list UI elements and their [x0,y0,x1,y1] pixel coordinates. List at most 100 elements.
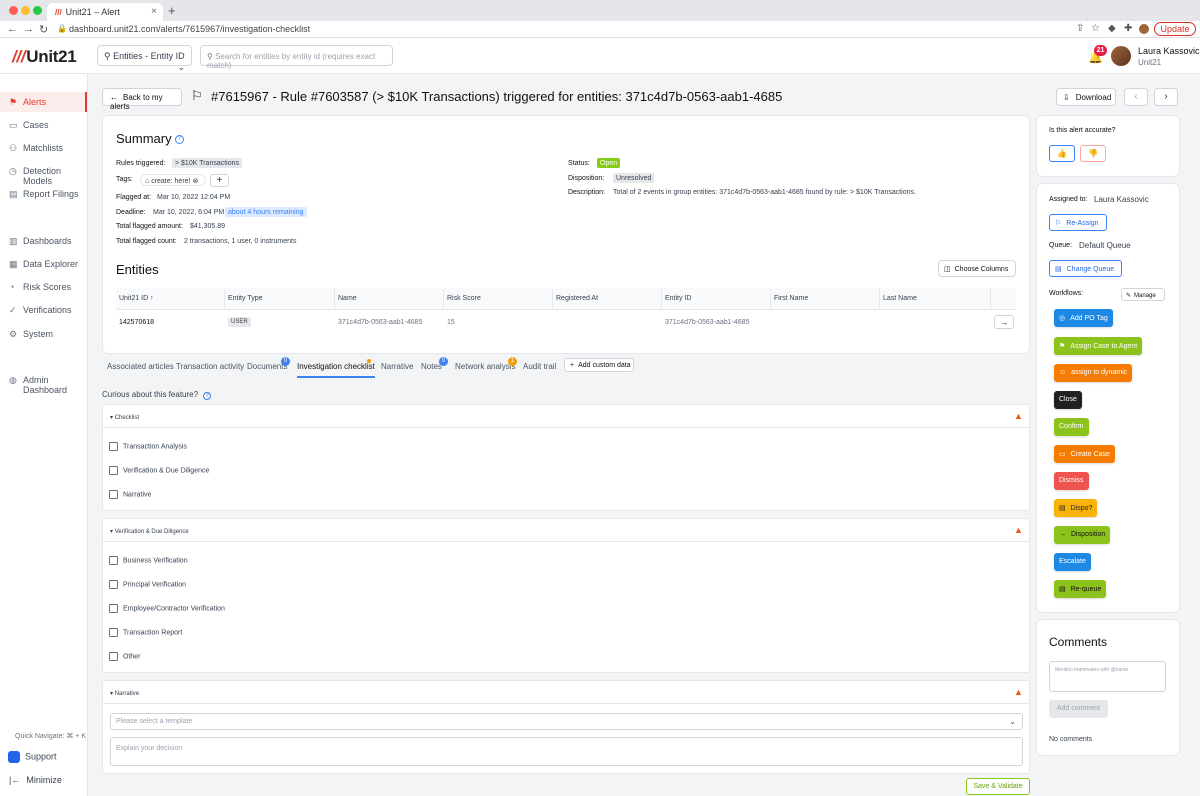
workflow-assign-case-button[interactable]: ⚑ Assign Case to Agent [1054,337,1143,355]
minimize-button[interactable]: |← Minimize [9,775,62,785]
sidebar-item-matchlists[interactable]: ⚇ Matchlists [0,138,87,158]
reassign-button[interactable]: ⚐ Re-Assign [1049,214,1107,231]
sidebar-item-data-explorer[interactable]: ▦ Data Explorer [0,254,87,274]
checkbox[interactable] [109,652,118,661]
close-window-icon[interactable] [9,6,18,15]
tab-audit-trail[interactable]: Audit trail [523,362,556,371]
checklist-section-toggle[interactable]: ▾ Checklist [110,414,139,421]
checklist-item[interactable]: Transaction Analysis [109,442,187,451]
template-select[interactable]: Please select a template ⌄ [110,713,1023,730]
col-entity-type[interactable]: Entity Type [228,295,263,302]
checklist-item[interactable]: Narrative [109,490,151,499]
back-arrow-icon[interactable]: ← [7,23,18,35]
rule-chip[interactable]: > $10K Transactions [172,158,243,168]
sidebar-item-alerts[interactable]: ⚑ Alerts [0,92,87,112]
minimize-window-icon[interactable] [21,6,30,15]
workflow-confirm-button[interactable]: Confirm [1054,418,1089,436]
add-tag-button[interactable]: + [210,174,229,187]
narrative-section-toggle[interactable]: ▾ Narrative [110,690,139,697]
checklist-item[interactable]: Verification & Due Diligence [109,466,209,475]
change-queue-button[interactable]: ▤ Change Queue [1049,260,1122,277]
thumbs-down-icon[interactable]: 👎 [1080,145,1106,162]
sidebar-item-verifications[interactable]: ✓ Verifications [0,300,87,320]
checkbox[interactable] [109,580,118,589]
workflow-escalate-button[interactable]: Escalate [1054,553,1091,571]
entity-type-select[interactable]: ⚲ Entities - Entity ID ⌄ [97,45,192,72]
share-icon[interactable]: ⇧ [1076,23,1084,34]
browser-tab[interactable]: ///Unit21 – Alert × [47,3,163,21]
checkbox[interactable] [109,604,118,613]
close-tab-icon[interactable]: × [151,6,157,17]
col-name[interactable]: Name [338,295,357,302]
workflow-requeue-button[interactable]: ▤ Re-queue [1054,580,1107,598]
workflow-dispo-button[interactable]: ▤ Dispo? [1054,499,1098,517]
entity-search-input[interactable]: ⚲ Search for entities by entity id (requ… [200,45,393,70]
next-alert-button[interactable]: › [1154,88,1178,106]
checklist-item[interactable]: Business Verification [109,556,188,565]
sidebar-item-detection-models[interactable]: ◷ Detection Models [0,161,87,186]
workflow-close-button[interactable]: Close [1054,391,1082,409]
col-registered-at[interactable]: Registered At [556,295,598,302]
sidebar-item-risk-scores[interactable]: ◔ Risk Scores [0,277,87,297]
verification-section-toggle[interactable]: ▾ Verification & Due Diligence [110,528,189,535]
col-risk-score[interactable]: Risk Score [447,295,481,302]
tab-narrative[interactable]: Narrative [381,362,413,371]
star-icon[interactable]: ☆ [1091,23,1100,34]
tab-network-analysis[interactable]: Network analysis [455,362,515,371]
tag-chip[interactable]: ⌂ create: here! ⊗ [140,174,206,186]
add-comment-button[interactable]: Add comment [1049,700,1108,718]
back-to-alerts-button[interactable]: ← Back to my alerts [102,88,182,111]
puzzle-icon[interactable]: ✚ [1124,23,1132,34]
workflow-dismiss-button[interactable]: Dismiss [1054,472,1089,490]
unit21-logo[interactable]: ///Unit21 [12,47,77,67]
url-field[interactable]: dashboard.unit21.com/alerts/7615967/inve… [69,24,310,34]
checklist-item[interactable]: Transaction Report [109,628,182,637]
col-unit21-id[interactable]: Unit21 ID ↑ [119,295,154,302]
workflow-disposition-button[interactable]: → Disposition [1054,526,1111,544]
forward-arrow-icon[interactable]: → [23,23,34,35]
open-entity-button[interactable]: → [994,315,1014,329]
checklist-item[interactable]: Employee/Contractor Verification [109,604,225,613]
download-button[interactable]: ⇩ Download [1056,88,1116,106]
comment-input[interactable]: Mention teammates with @name [1049,661,1166,692]
workflow-create-case-button[interactable]: ▭ Create Case [1054,445,1115,463]
reload-icon[interactable]: ↻ [39,23,48,36]
thumbs-up-icon[interactable]: 👍 [1049,145,1075,162]
col-entity-id[interactable]: Entity ID [665,295,691,302]
previous-alert-button[interactable]: ‹ [1124,88,1148,106]
sidebar-item-dashboards[interactable]: ▥ Dashboards [0,231,87,251]
sidebar-item-report-filings[interactable]: ▤ Report Filings [0,184,87,204]
tab-transaction-activity[interactable]: Transaction activity [176,362,244,371]
checkbox[interactable] [109,490,118,499]
tab-investigation-checklist[interactable]: Investigation checklist [297,362,375,378]
profile-icon[interactable] [1139,24,1149,34]
sidebar-item-admin-dashboard[interactable]: ◍ Admin Dashboard [0,370,87,395]
checkbox[interactable] [109,466,118,475]
manage-workflows-button[interactable]: ✎ Manage [1121,288,1165,301]
checkbox[interactable] [109,556,118,565]
checkbox[interactable] [109,628,118,637]
workflow-assign-dynamic-button[interactable]: ☺ assign to dynamic [1054,364,1133,382]
new-tab-icon[interactable]: + [168,3,176,18]
extension-icon[interactable]: ◆ [1108,23,1116,34]
update-button[interactable]: Update [1154,22,1196,36]
help-icon[interactable]: ? [203,392,212,400]
save-validate-button[interactable]: Save & Validate [966,778,1030,795]
col-last-name[interactable]: Last Name [883,295,917,302]
choose-columns-button[interactable]: ◫ Choose Columns [938,260,1016,277]
col-first-name[interactable]: First Name [774,295,808,302]
add-custom-data-button[interactable]: + Add custom data [564,358,634,372]
help-icon[interactable]: ? [174,135,184,145]
remove-tag-icon[interactable]: ⊗ [191,178,198,185]
checklist-item[interactable]: Principal Verification [109,580,186,589]
workflow-add-po-tag-button[interactable]: ◎ Add PO Tag [1054,309,1113,327]
explain-decision-textarea[interactable]: Explain your decision [110,737,1023,766]
checklist-item[interactable]: Other [109,652,141,661]
sidebar-item-cases[interactable]: ▭ Cases [0,115,87,135]
sidebar-item-system[interactable]: ⚙ System [0,324,87,344]
support-button[interactable]: Support [8,751,57,763]
tab-associated-articles[interactable]: Associated articles [107,362,174,371]
avatar[interactable] [1111,46,1131,66]
maximize-window-icon[interactable] [33,6,42,15]
checkbox[interactable] [109,442,118,451]
